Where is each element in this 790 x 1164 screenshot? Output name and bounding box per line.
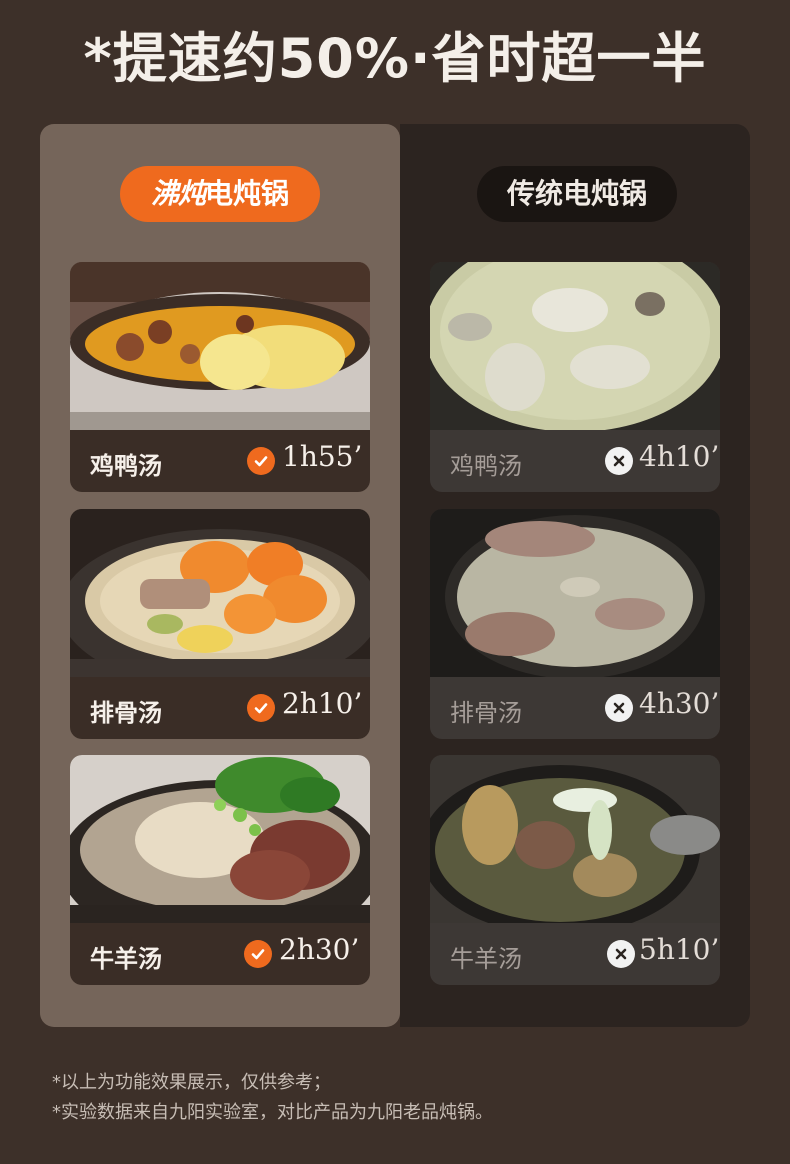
check-icon	[247, 694, 275, 722]
cook-time: 5h10’	[639, 933, 720, 966]
beef-lamb-soup-photo	[70, 755, 370, 923]
soup-name: 牛羊汤	[450, 945, 522, 973]
check-icon	[244, 940, 272, 968]
cross-icon	[605, 447, 633, 475]
soup-card-beef-lamb-traditional: 牛羊汤 5h10’	[430, 755, 720, 985]
chicken-soup-photo	[70, 262, 370, 430]
soup-name: 鸡鸭汤	[450, 452, 522, 480]
disclaimer-line-1: *以上为功能效果展示，仅供参考；	[52, 1072, 331, 1093]
cook-time: 4h10’	[639, 440, 720, 473]
check-icon	[247, 447, 275, 475]
disclaimer-line-2: *实验数据来自九阳实验室，对比产品为九阳老品炖锅。	[52, 1102, 493, 1123]
soup-name: 排骨汤	[450, 699, 522, 727]
soup-name: 鸡鸭汤	[90, 452, 162, 480]
cross-icon	[605, 694, 633, 722]
cook-time: 1h55’	[282, 440, 363, 473]
traditional-cooker-title: 传统电炖锅	[477, 166, 677, 222]
soup-name: 排骨汤	[90, 699, 162, 727]
soup-name: 牛羊汤	[90, 945, 162, 973]
soup-card-beef-lamb-fast: 牛羊汤 2h30’	[70, 755, 370, 985]
cross-icon	[607, 940, 635, 968]
cook-time: 2h10’	[282, 687, 363, 720]
fast-cooker-title: 沸炖电炖锅	[120, 166, 320, 222]
beef-lamb-soup-photo	[430, 755, 720, 923]
cook-time: 4h30’	[639, 687, 720, 720]
pork-rib-soup-photo	[430, 509, 720, 677]
brand-name: 沸炖	[150, 177, 206, 210]
product-name: 电炖锅	[205, 177, 290, 210]
cook-time: 2h30’	[279, 933, 360, 966]
soup-card-pork-rib-traditional: 排骨汤 4h30’	[430, 509, 720, 739]
pork-rib-soup-photo	[70, 509, 370, 677]
headline: *提速约50%·省时超一半	[83, 27, 707, 90]
soup-card-chicken-duck-traditional: 鸡鸭汤 4h10’	[430, 262, 720, 492]
soup-card-chicken-duck-fast: 鸡鸭汤 1h55’	[70, 262, 370, 492]
soup-card-pork-rib-fast: 排骨汤 2h10’	[70, 509, 370, 739]
chicken-soup-photo	[430, 262, 720, 430]
